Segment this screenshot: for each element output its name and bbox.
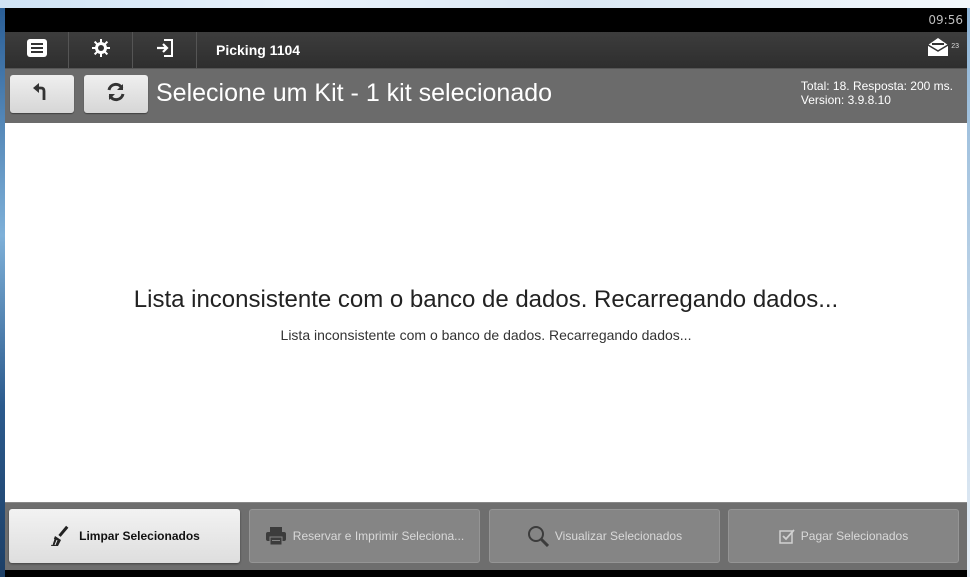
notifications-button[interactable]: 23 — [927, 37, 959, 62]
checkbox-icon — [779, 528, 795, 544]
page-title: Selecione um Kit - 1 kit selecionado — [156, 79, 553, 107]
mail-icon — [927, 37, 949, 62]
settings-button[interactable] — [69, 32, 133, 68]
refresh-icon — [105, 81, 127, 108]
error-message-primary: Lista inconsistente com o banco de dados… — [133, 286, 839, 313]
login-button[interactable] — [133, 32, 197, 68]
reserve-print-label: Reservar e Imprimir Seleciona... — [292, 529, 465, 543]
response-info: Total: 18. Resposta: 200 ms. — [800, 79, 953, 93]
clear-selected-label: Limpar Selecionados — [79, 529, 200, 543]
server-info: Total: 18. Resposta: 200 ms. Version: 3.… — [801, 79, 953, 107]
footer-toolbar: Limpar Selecionados Reservar e Imprimir … — [5, 502, 967, 577]
search-icon — [527, 525, 549, 547]
pay-selected-label: Pagar Selecionados — [800, 529, 909, 543]
kit-list-area: Lista inconsistente com o banco de dados… — [5, 123, 967, 502]
system-nav-strip — [5, 570, 967, 577]
list-icon — [26, 38, 47, 62]
screen-title: Picking 1104 — [216, 42, 301, 58]
view-selected-button[interactable]: Visualizar Selecionados — [489, 509, 720, 563]
login-icon — [155, 38, 175, 63]
desktop-background-top — [0, 0, 970, 8]
undo-icon — [32, 82, 52, 107]
reserve-print-button[interactable]: Reservar e Imprimir Seleciona... — [249, 509, 480, 563]
menu-button[interactable] — [5, 32, 69, 68]
pay-selected-button[interactable]: Pagar Selecionados — [728, 509, 959, 563]
status-bar: 09:56 — [5, 8, 967, 32]
view-selected-label: Visualizar Selecionados — [554, 529, 683, 543]
error-message-secondary: Lista inconsistente com o banco de dados… — [280, 327, 692, 343]
app-window: 09:56 Picking 1104 23 Selecione um Kit -… — [5, 8, 967, 577]
action-bar: Picking 1104 23 — [5, 32, 967, 69]
clear-selected-button[interactable]: Limpar Selecionados — [9, 509, 240, 563]
printer-icon — [265, 526, 287, 546]
header-bar: Selecione um Kit - 1 kit selecionado Tot… — [5, 69, 967, 123]
status-clock: 09:56 — [928, 13, 963, 27]
version-info: Version: 3.9.8.10 — [800, 93, 891, 107]
gear-icon — [91, 38, 111, 63]
notification-count: 23 — [951, 43, 959, 50]
back-button[interactable] — [10, 75, 74, 113]
broom-icon — [49, 525, 73, 547]
refresh-button[interactable] — [84, 75, 148, 113]
